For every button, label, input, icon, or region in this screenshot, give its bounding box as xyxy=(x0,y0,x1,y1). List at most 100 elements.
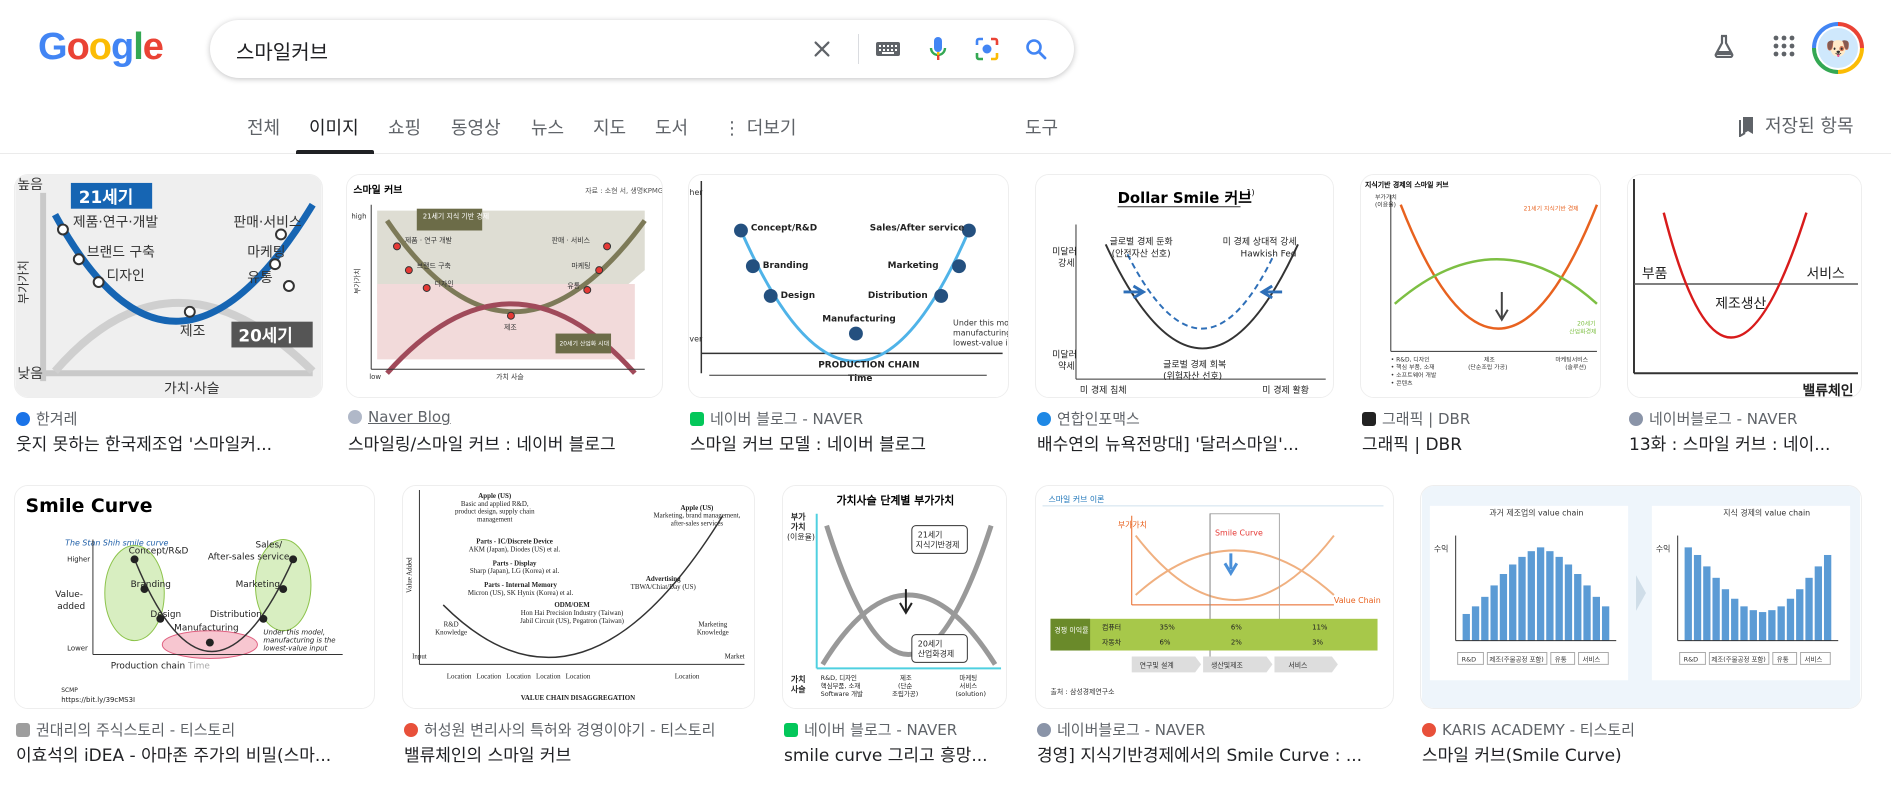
result-thumbnail[interactable]: 스마일 커브 자료 : 소현 서, 생명KPMG / 21세기 지식 기반 경제… xyxy=(346,174,663,398)
tab-maps[interactable]: 지도 xyxy=(593,114,626,140)
label-value-added: 부가가치 xyxy=(1118,521,1147,530)
image-result[interactable]: 21세기 20세기 제품·연구·개발 브랜드 구축 디자인 판매·서비스 마케팅… xyxy=(14,174,324,460)
note-text: AKM (Japan), Diodes (US) et al. xyxy=(469,546,561,553)
search-box[interactable]: 스마일커브 xyxy=(210,20,1074,78)
label-value-added: 부가가치 xyxy=(1375,193,1397,201)
favicon-icon xyxy=(1037,411,1051,426)
era-20-label: 20세기 xyxy=(918,640,943,649)
result-title[interactable]: 밸류체인의 스마일 커브 xyxy=(404,741,756,766)
chart-bar xyxy=(1555,556,1563,641)
result-title[interactable]: 이효석의 iDEA - 아마존 주가의 비밀(스마... xyxy=(16,741,376,766)
chart-bar xyxy=(1601,606,1610,641)
logo-letter: G xyxy=(38,26,68,68)
era-21-label: 21세기 xyxy=(918,531,943,540)
image-result[interactable]: 부품 서비스 제조생산 밸류체인 네이버블로그 - NAVER 13화 : 스마… xyxy=(1627,174,1863,460)
result-thumbnail[interactable]: 스마일 커브 이론 부가가치 Smile Curve Value Chain 경… xyxy=(1035,485,1394,709)
flask-icon[interactable] xyxy=(1708,30,1740,62)
label-marketing: Marketing xyxy=(236,580,280,590)
label-high: 높음 xyxy=(17,177,43,193)
result-title[interactable]: 스마일 커브 모델 : 네이버 블로그 xyxy=(690,430,1010,455)
tab-books[interactable]: 도서 xyxy=(655,114,688,140)
result-title[interactable]: 배수연의 뉴욕전망대] '달러스마일'... xyxy=(1037,430,1335,455)
note-text: manufacturing i xyxy=(953,329,1008,338)
image-result[interactable]: Dollar Smile 커브 1) 미달러 강세 미달러 약세 글로벌 경제 … xyxy=(1035,174,1335,460)
google-logo[interactable]: Google xyxy=(38,26,164,69)
tab-images[interactable]: 이미지 xyxy=(309,114,359,140)
image-result[interactable]: Concept/R&D Branding Design Manufacturin… xyxy=(688,174,1010,460)
label-us-strong: 미 경제 상대적 강세 xyxy=(1223,235,1297,247)
result-source: 그래픽 | DBR xyxy=(1362,408,1470,429)
chart-bar xyxy=(1564,564,1573,641)
tab-shopping[interactable]: 쇼핑 xyxy=(388,114,421,140)
label-higher: Higher xyxy=(67,555,90,563)
image-result[interactable]: 스마일 커브 이론 부가가치 Smile Curve Value Chain 경… xyxy=(1035,485,1395,771)
label-product-rd: 제품 · 연구 개발 xyxy=(405,235,453,244)
chart-bar xyxy=(1684,547,1692,641)
result-thumbnail[interactable]: 21세기 20세기 제품·연구·개발 브랜드 구축 디자인 판매·서비스 마케팅… xyxy=(14,174,323,398)
tab-videos[interactable]: 동영상 xyxy=(451,114,501,140)
result-thumbnail[interactable]: 지식기반 경제의 스마일 커브 부가가치 (이윤율) 21세기 지식기반 경제 … xyxy=(1360,174,1601,398)
search-input[interactable]: 스마일커브 xyxy=(236,36,328,65)
chart-bar xyxy=(1796,589,1804,641)
image-result[interactable]: 가치사슬 단계별 부가가치 21세기 지식기반경제 20세기 산업화경제 부가 … xyxy=(782,485,1008,771)
era-21-label: 21세기 지식 기반 경제 xyxy=(423,212,489,221)
tab-more[interactable]: ⋮ 더보기 xyxy=(723,114,796,140)
tab-all[interactable]: 전체 xyxy=(247,114,280,140)
result-title[interactable]: 13화 : 스마일 커브 : 네이... xyxy=(1629,430,1865,455)
image-result[interactable]: 과거 제조업의 value chain 지식 경제의 value chain 수… xyxy=(1420,485,1863,771)
label-design: 디자인 xyxy=(107,268,145,284)
source-label: 네이버블로그 - NAVER xyxy=(1649,410,1798,428)
image-result[interactable]: 스마일 커브 자료 : 소현 서, 생명KPMG / 21세기 지식 기반 경제… xyxy=(346,174,664,460)
lens-icon[interactable] xyxy=(972,34,1002,64)
result-title[interactable]: 웃지 못하는 한국제조업 '스마일커... xyxy=(16,430,316,455)
label-manufacturing: Manufacturing xyxy=(822,315,895,325)
result-thumbnail[interactable]: Dollar Smile 커브 1) 미달러 강세 미달러 약세 글로벌 경제 … xyxy=(1035,174,1334,398)
chart-bar xyxy=(1536,547,1545,641)
image-result[interactable]: Smile Curve The Stan Shih smile curve Hi… xyxy=(14,485,376,771)
chart-bar xyxy=(1518,556,1526,641)
keyboard-icon[interactable] xyxy=(873,34,903,64)
source-note: 출처 : 삼성경제연구소 xyxy=(1050,687,1115,696)
chart-bar xyxy=(1499,574,1508,641)
label-design: Design xyxy=(781,291,816,301)
apps-grid-icon[interactable] xyxy=(1768,30,1800,62)
result-title[interactable]: 경영] 지식기반경제에서의 Smile Curve : ... xyxy=(1037,741,1395,766)
result-title[interactable]: smile curve 그리고 흥망... xyxy=(784,741,1010,766)
label-branding: Branding xyxy=(763,261,809,271)
tools-button[interactable]: 도구 xyxy=(1025,114,1058,140)
chart-bar xyxy=(1693,554,1702,641)
stage-label: 서비스 xyxy=(1583,654,1601,663)
result-title[interactable]: 스마일 커브(Smile Curve) xyxy=(1422,741,1862,766)
saved-items-button[interactable]: 저장된 항목 xyxy=(1737,112,1854,138)
image-result[interactable]: Value Added Apple (US) Basic and applied… xyxy=(402,485,756,771)
result-thumbnail[interactable]: 부품 서비스 제조생산 밸류체인 xyxy=(1627,174,1862,398)
chart-title: Dollar Smile 커브 xyxy=(1118,189,1253,207)
chart-bar xyxy=(1758,612,1767,641)
result-thumbnail[interactable]: 가치사슬 단계별 부가가치 21세기 지식기반경제 20세기 산업화경제 부가 … xyxy=(782,485,1007,709)
avatar-image: 🐶 xyxy=(1816,26,1860,70)
result-thumbnail[interactable]: 과거 제조업의 value chain 지식 경제의 value chain 수… xyxy=(1420,485,1862,709)
era-20-sub: 산업화경제 xyxy=(918,648,954,658)
close-icon[interactable] xyxy=(807,34,837,64)
source-label: Naver Blog xyxy=(368,408,451,426)
favicon-icon xyxy=(784,722,798,737)
result-title[interactable]: 스마일링/스마일 커브 : 네이버 블로그 xyxy=(348,430,666,455)
result-thumbnail[interactable]: Concept/R&D Branding Design Manufacturin… xyxy=(688,174,1009,398)
image-result[interactable]: 지식기반 경제의 스마일 커브 부가가치 (이윤율) 21세기 지식기반 경제 … xyxy=(1360,174,1602,460)
result-thumbnail[interactable]: Value Added Apple (US) Basic and applied… xyxy=(402,485,755,709)
result-title[interactable]: 그래픽 | DBR xyxy=(1362,430,1602,455)
note-text: manufacturing is the xyxy=(263,637,335,645)
search-icon[interactable] xyxy=(1021,34,1051,64)
avatar[interactable]: 🐶 xyxy=(1812,22,1864,74)
result-thumbnail[interactable]: Smile Curve The Stan Shih smile curve Hi… xyxy=(14,485,375,709)
label-distribution: Distribution xyxy=(868,291,928,301)
label-product-rd: 제품·연구·개발 xyxy=(73,215,159,231)
label-low: low xyxy=(369,373,381,381)
stage-label: 유통 xyxy=(1555,655,1567,663)
mic-icon[interactable] xyxy=(923,34,953,64)
chart-bar xyxy=(1574,574,1582,641)
table-cell: 3% xyxy=(1312,639,1323,647)
label-location: Location xyxy=(566,673,591,680)
tab-news[interactable]: 뉴스 xyxy=(531,114,564,140)
label-value-chain: 가치·사슬 xyxy=(164,381,219,397)
